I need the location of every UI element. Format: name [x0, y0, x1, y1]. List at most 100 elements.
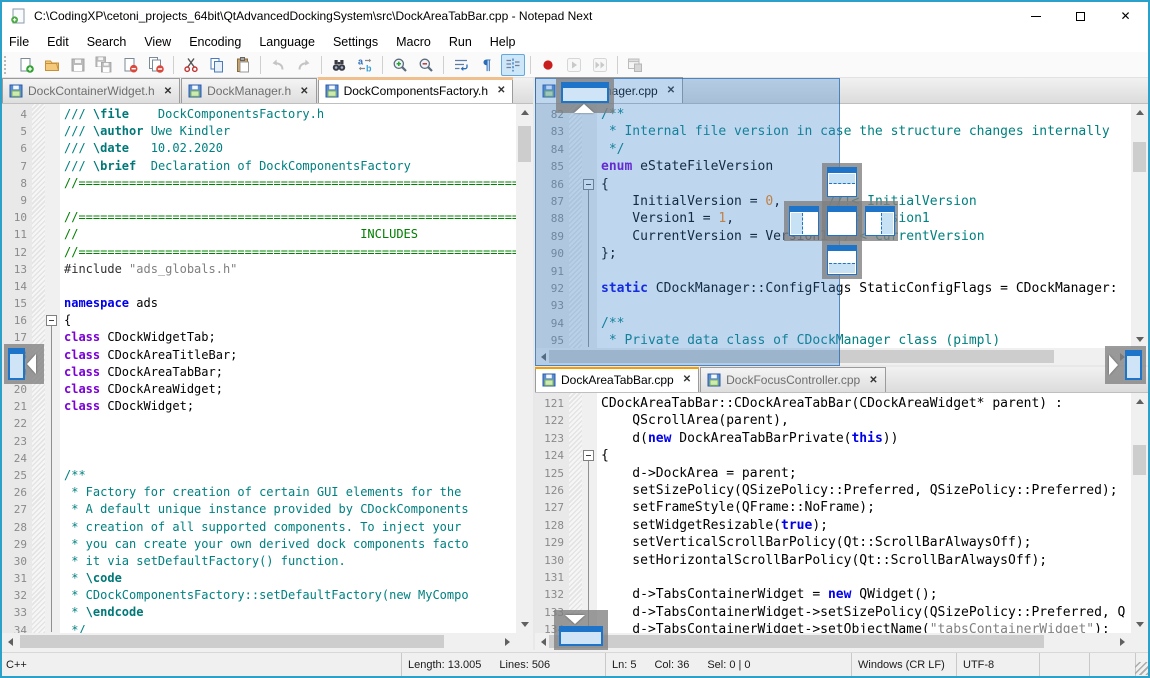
vertical-scrollbar[interactable] [1131, 104, 1148, 348]
scroll-up-arrow[interactable] [516, 104, 533, 121]
document-encoding[interactable]: UTF-8 [963, 659, 994, 671]
drop-indicator-left-edge[interactable] [4, 344, 44, 384]
vertical-scrollbar[interactable] [516, 104, 533, 633]
drop-indicator-bottom-edge[interactable] [554, 610, 608, 650]
line-number: 11 [2, 226, 32, 243]
menu-item-language[interactable]: Language [250, 33, 324, 51]
drop-target-right[interactable] [865, 206, 895, 236]
show-all-characters-button[interactable]: ¶ [475, 54, 499, 76]
drop-indicator-top-edge[interactable] [556, 78, 614, 113]
minimize-button[interactable] [1013, 0, 1058, 32]
save-button[interactable] [66, 54, 90, 76]
menu-item-macro[interactable]: Macro [387, 33, 440, 51]
fold-margin [45, 104, 60, 650]
horizontal-scrollbar[interactable] [2, 633, 516, 650]
menu-item-file[interactable]: File [0, 33, 38, 51]
tab-dockmanager-h[interactable]: DockManager.h✕ [181, 78, 316, 103]
scroll-left-arrow[interactable] [2, 633, 19, 650]
tab-dockcomponentsfactory-h[interactable]: DockComponentsFactory.h ✕ [318, 77, 514, 103]
tab-close-icon[interactable]: ✕ [869, 375, 877, 386]
scroll-down-arrow[interactable] [516, 616, 533, 633]
paste-button[interactable] [231, 54, 255, 76]
scrollbar-thumb[interactable] [20, 635, 444, 648]
selection-info[interactable]: Sel: 0 | 0 [707, 659, 750, 671]
scrollbar-thumb[interactable] [1133, 445, 1146, 475]
line-number: 30 [2, 553, 32, 570]
drop-indicator-right-edge[interactable] [1105, 346, 1146, 384]
indent-guide-button[interactable] [501, 54, 525, 76]
zoom-in-button[interactable] [388, 54, 412, 76]
tab-close-icon[interactable]: ✕ [497, 85, 505, 96]
menu-item-edit[interactable]: Edit [38, 33, 78, 51]
tab-dockcontainerwidget-h[interactable]: DockContainerWidget.h✕ [2, 78, 180, 103]
window-title: C:\CodingXP\cetoni_projects_64bit\QtAdva… [34, 9, 592, 23]
code-line: //======================================… [64, 244, 533, 261]
vertical-scrollbar[interactable] [1131, 393, 1148, 633]
line-number: 6 [2, 140, 32, 157]
code-line: //======================================… [64, 209, 533, 226]
editor-left[interactable]: 4567891011121314151617181920212223242526… [2, 104, 533, 650]
cut-button[interactable] [179, 54, 203, 76]
word-wrap-button[interactable] [449, 54, 473, 76]
fold-collapse-button[interactable] [46, 315, 57, 326]
line-number: 26 [2, 484, 32, 501]
scroll-right-arrow[interactable] [1114, 633, 1131, 650]
code-area[interactable]: /// \file DockComponentsFactory.h/// \au… [60, 104, 533, 650]
open-file-button[interactable] [40, 54, 64, 76]
toolbar-separator [443, 56, 444, 74]
document-length[interactable]: Length: 13.005 [408, 659, 481, 671]
copy-button[interactable] [205, 54, 229, 76]
find-button[interactable] [327, 54, 351, 76]
new-file-button[interactable] [14, 54, 38, 76]
drop-target-left[interactable] [789, 206, 819, 236]
macro-play-button[interactable] [562, 54, 586, 76]
scrollbar-thumb[interactable] [518, 126, 531, 162]
scroll-up-arrow[interactable] [1131, 104, 1148, 121]
toolbar-grip[interactable] [4, 56, 10, 74]
menu-item-settings[interactable]: Settings [324, 33, 387, 51]
save-all-button[interactable] [92, 54, 116, 76]
menu-item-run[interactable]: Run [440, 33, 481, 51]
scroll-down-arrow[interactable] [1131, 616, 1148, 633]
code-area[interactable]: CDockAreaTabBar::CDockAreaTabBar(CDockAr… [597, 393, 1148, 650]
close-button[interactable] [118, 54, 142, 76]
tab-close-icon[interactable]: ✕ [683, 374, 691, 385]
line-number: 10 [2, 209, 32, 226]
toolbar: ab ¶ [0, 52, 1150, 78]
cursor-line[interactable]: Ln: 5 [612, 659, 636, 671]
cursor-column[interactable]: Col: 36 [654, 659, 689, 671]
scrollbar-thumb[interactable] [549, 635, 1044, 648]
menu-item-search[interactable]: Search [78, 33, 136, 51]
redo-button[interactable] [292, 54, 316, 76]
maximize-button[interactable] [1058, 0, 1103, 32]
drop-target-center[interactable] [827, 206, 857, 236]
drop-target-bottom[interactable] [827, 245, 857, 275]
eol-format[interactable]: Windows (CR LF) [858, 659, 945, 671]
undo-button[interactable] [266, 54, 290, 76]
tab-close-icon[interactable]: ✕ [164, 86, 172, 97]
macro-run-multiple-button[interactable] [588, 54, 612, 76]
zoom-out-button[interactable] [414, 54, 438, 76]
save-session-button[interactable] [623, 54, 647, 76]
replace-button[interactable]: ab [353, 54, 377, 76]
close-all-button[interactable] [144, 54, 168, 76]
scroll-up-arrow[interactable] [1131, 393, 1148, 410]
tab-close-icon[interactable]: ✕ [300, 86, 308, 97]
close-button[interactable]: ✕ [1103, 0, 1148, 32]
scrollbar-thumb[interactable] [1133, 142, 1146, 172]
fold-collapse-button[interactable] [583, 450, 594, 461]
macro-record-button[interactable] [536, 54, 560, 76]
menu-item-encoding[interactable]: Encoding [180, 33, 250, 51]
menu-item-help[interactable]: Help [481, 33, 525, 51]
document-language[interactable]: C++ [6, 659, 27, 671]
menu-item-view[interactable]: View [135, 33, 180, 51]
tab-label: DockComponentsFactory.h [344, 84, 489, 98]
editor-bottom-right[interactable]: 1211221231241251261271281291301311321331… [535, 393, 1148, 650]
tab-dockfocuscontroller-cpp[interactable]: DockFocusController.cpp✕ [700, 367, 885, 392]
scroll-right-arrow[interactable] [499, 633, 516, 650]
resize-grip[interactable] [1135, 662, 1148, 675]
document-lines[interactable]: Lines: 506 [499, 659, 550, 671]
tab-dockareatabbar-cpp[interactable]: DockAreaTabBar.cpp✕ [535, 366, 699, 392]
horizontal-scrollbar[interactable] [535, 633, 1131, 650]
drop-target-top[interactable] [827, 167, 857, 197]
